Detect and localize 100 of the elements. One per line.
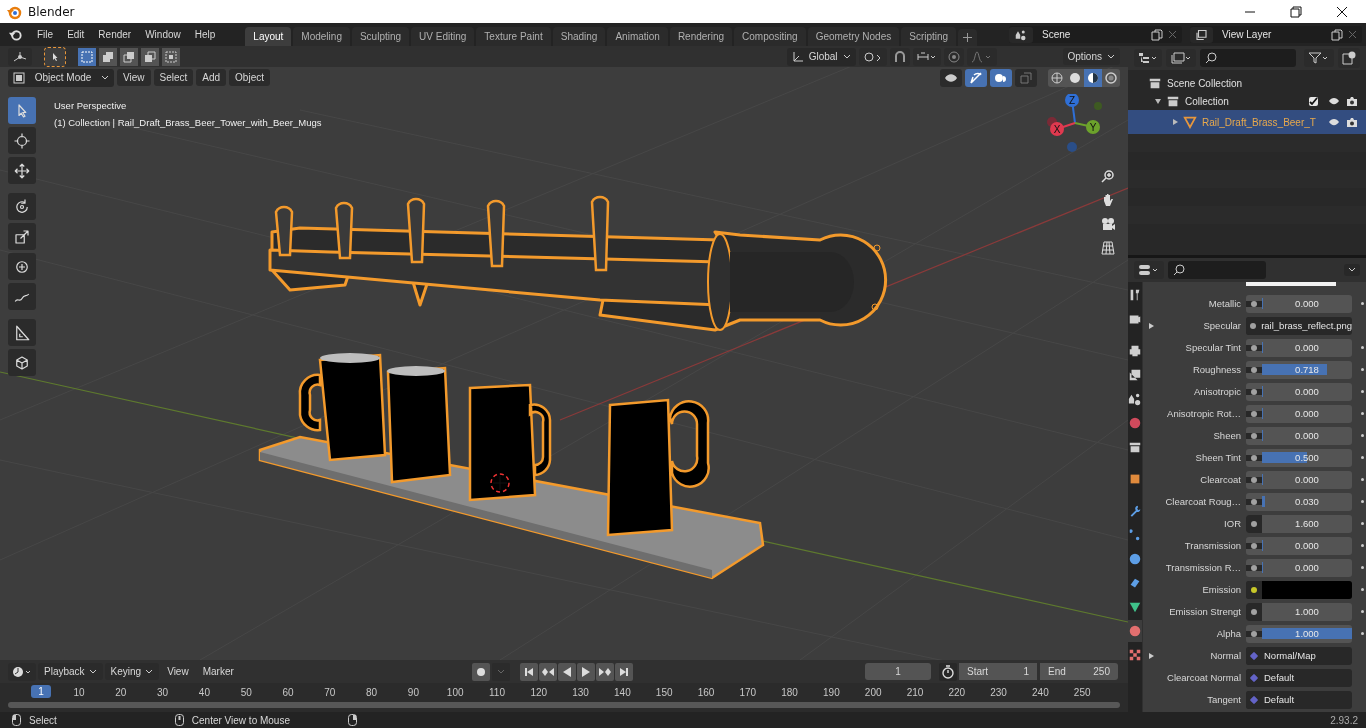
extend-selection-button[interactable]: [99, 47, 117, 66]
timeline-scrollbar[interactable]: [8, 702, 1120, 709]
new-collection-button[interactable]: [1338, 48, 1360, 68]
socket-dot-icon[interactable]: [1251, 542, 1257, 549]
scale-tool-button[interactable]: [8, 223, 36, 250]
options-dropdown[interactable]: Options: [1062, 48, 1120, 65]
keyframe-dot-icon[interactable]: [1360, 346, 1364, 349]
xray-toggle[interactable]: [1015, 68, 1037, 87]
play-button[interactable]: [576, 662, 595, 681]
timeline-menu[interactable]: View: [161, 663, 195, 681]
editor-type-button[interactable]: [1134, 261, 1164, 279]
eye-icon[interactable]: [1327, 117, 1341, 127]
workspace-tab[interactable]: Rendering: [669, 27, 733, 46]
select-tool-button[interactable]: [8, 97, 36, 124]
viewport-menu[interactable]: Object: [229, 69, 270, 86]
gizmo-toggle[interactable]: [965, 68, 987, 87]
socket-dot-icon[interactable]: [1251, 608, 1257, 615]
previous-keyframe-button[interactable]: [538, 662, 557, 681]
socket-dot-icon[interactable]: [1251, 498, 1257, 505]
measure-tool-button[interactable]: [8, 319, 36, 346]
socket-dot-icon[interactable]: [1251, 454, 1257, 461]
rotate-tool-button[interactable]: [8, 193, 36, 220]
socket-dot-icon[interactable]: [1251, 388, 1257, 395]
disclosure-triangle-icon[interactable]: [1155, 98, 1161, 104]
preview-range-button[interactable]: [939, 662, 957, 681]
keyframe-dot-icon[interactable]: [1360, 390, 1364, 393]
end-frame-field[interactable]: End 250: [1040, 663, 1118, 681]
workspace-tab[interactable]: Shading: [552, 27, 606, 46]
new-selection-button[interactable]: [78, 47, 96, 66]
outliner-row[interactable]: Collection: [1128, 92, 1366, 110]
keyframe-dot-icon[interactable]: [1360, 368, 1364, 371]
socket-dot-icon[interactable]: [1251, 520, 1257, 527]
socket-dot-icon[interactable]: [1251, 476, 1257, 483]
timeline-menu[interactable]: Marker: [196, 663, 240, 681]
color-field[interactable]: [1246, 282, 1336, 286]
orientation-dropdown[interactable]: Global: [786, 47, 856, 66]
jump-start-button[interactable]: [519, 662, 538, 681]
snap-target-button[interactable]: [912, 47, 941, 66]
editor-type-button[interactable]: [8, 662, 36, 681]
viewport-menu[interactable]: Select: [153, 69, 194, 86]
visibility-toggle[interactable]: [940, 68, 962, 87]
next-keyframe-button[interactable]: [595, 662, 614, 681]
socket-dot-icon[interactable]: [1251, 630, 1257, 637]
workspace-tab[interactable]: Texture Paint: [476, 27, 551, 46]
menu-item[interactable]: Edit: [61, 26, 91, 43]
jump-end-button[interactable]: [614, 662, 633, 681]
menu-item[interactable]: Render: [92, 26, 138, 43]
workspace-tab[interactable]: Compositing: [734, 27, 806, 46]
outliner-row[interactable]: Scene Collection: [1128, 74, 1366, 92]
subtract-selection-button[interactable]: [120, 47, 138, 66]
eye-icon[interactable]: [1327, 96, 1341, 106]
add-cube-tool-button[interactable]: [8, 349, 36, 376]
camera-icon[interactable]: [1346, 116, 1358, 128]
workspace-tab[interactable]: Layout: [245, 27, 292, 46]
snap-button[interactable]: [889, 47, 910, 66]
close-icon[interactable]: [1336, 5, 1348, 18]
transform-tool-button[interactable]: [8, 253, 36, 280]
properties-search-field[interactable]: [1168, 261, 1266, 279]
workspace-tab[interactable]: UV Editing: [411, 27, 475, 46]
move-tool-button[interactable]: [8, 157, 36, 184]
keyframe-dot-icon[interactable]: [1360, 566, 1364, 569]
scene-selector-button[interactable]: [1009, 26, 1033, 43]
material-shading-button[interactable]: [1084, 68, 1102, 87]
display-mode-button[interactable]: [1166, 49, 1196, 67]
socket-dot-icon[interactable]: [1249, 322, 1256, 329]
duplicate-icon[interactable]: [1151, 28, 1163, 41]
keyframe-dot-icon[interactable]: [1360, 588, 1364, 591]
add-workspace-button[interactable]: [958, 29, 978, 46]
socket-dot-icon[interactable]: [1251, 432, 1257, 439]
viewport-menu[interactable]: Add: [196, 69, 227, 86]
duplicate-icon[interactable]: [1331, 28, 1343, 41]
options-dropdown[interactable]: [1344, 264, 1360, 276]
timeline-menu[interactable]: Keying: [104, 663, 160, 681]
annotate-tool-button[interactable]: [8, 283, 36, 310]
color-field[interactable]: [1262, 580, 1352, 599]
start-frame-field[interactable]: Start 1: [959, 663, 1037, 681]
keyframe-dot-icon[interactable]: [1360, 500, 1364, 503]
editor-type-button[interactable]: [1134, 49, 1162, 67]
keyframe-dot-icon[interactable]: [1360, 456, 1364, 459]
keyframe-dot-icon[interactable]: [1360, 610, 1364, 613]
outliner-search-field[interactable]: [1200, 49, 1296, 67]
view-layer-selector-button[interactable]: [1190, 26, 1213, 43]
keyframe-dot-icon[interactable]: [1360, 412, 1364, 415]
keyframe-dot-icon[interactable]: [1360, 544, 1364, 547]
socket-dot-icon[interactable]: [1251, 586, 1257, 593]
socket-dot-icon[interactable]: [1251, 564, 1257, 571]
viewport-menu[interactable]: View: [117, 69, 151, 86]
outliner-row[interactable]: Rail_Draft_Brass_Beer_T: [1128, 110, 1366, 134]
menu-item[interactable]: Window: [139, 26, 187, 43]
workspace-tab[interactable]: Geometry Nodes: [807, 27, 900, 46]
keyframe-dot-icon[interactable]: [1360, 434, 1364, 437]
workspace-tab[interactable]: Sculpting: [351, 27, 410, 46]
invert-selection-button[interactable]: [141, 47, 159, 66]
select-tool-button[interactable]: [45, 47, 65, 66]
filter-button[interactable]: [1304, 49, 1334, 67]
record-button[interactable]: [471, 662, 490, 681]
disclosure-triangle-icon[interactable]: [1173, 119, 1178, 125]
socket-dot-icon[interactable]: [1251, 300, 1257, 307]
play-reverse-button[interactable]: [557, 662, 576, 681]
playhead-frame-marker[interactable]: 1: [31, 685, 51, 699]
